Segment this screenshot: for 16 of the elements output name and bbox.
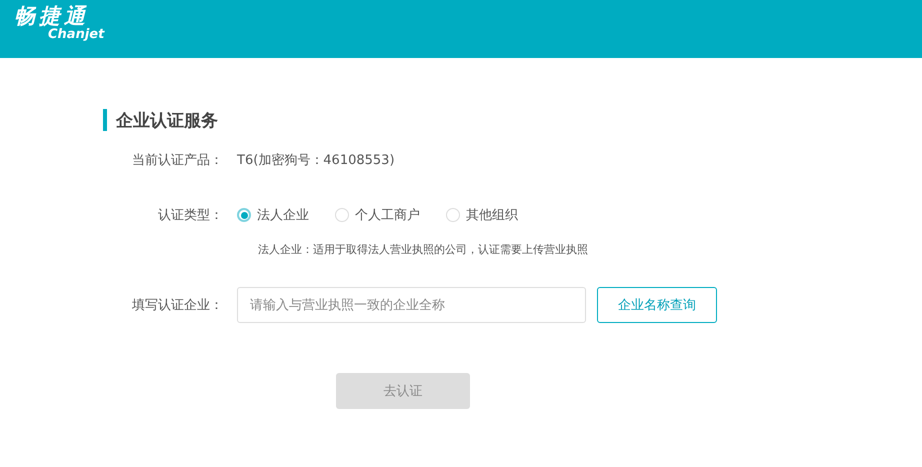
radio-option[interactable]: 法人企业 [237, 206, 309, 224]
section-title: 企业认证服务 [116, 110, 218, 132]
radio-button[interactable] [446, 208, 460, 222]
type-description: 法人企业：适用于取得法人营业执照的公司，认证需要上传营业执照 [258, 242, 589, 257]
logo-subtext: Chanjet [48, 28, 104, 42]
radio-option[interactable]: 个人工商户 [335, 206, 420, 224]
radio-option[interactable]: 其他组织 [446, 206, 518, 224]
field-label: 认证类型： [157, 207, 223, 224]
title-accent-bar [103, 109, 107, 131]
radio-button[interactable] [335, 208, 349, 222]
radio-button[interactable] [237, 208, 251, 222]
logo-text: 畅捷通 [14, 4, 90, 28]
field-label: 当前认证产品： [131, 152, 223, 169]
company-name-field[interactable]: 请输入与营业执照一致的企业全称 [237, 287, 586, 323]
field-label: 填写认证企业： [131, 297, 223, 314]
product-value: T6(加密狗号：46108553) [237, 152, 395, 169]
